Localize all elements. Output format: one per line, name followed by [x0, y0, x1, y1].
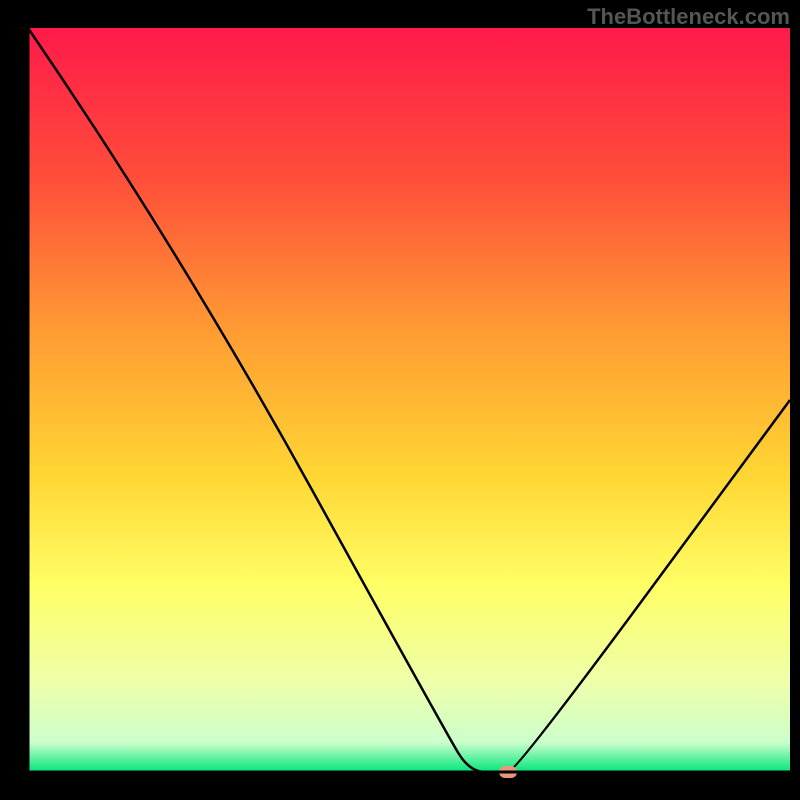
- chart-svg: [0, 0, 800, 800]
- watermark-text: TheBottleneck.com: [587, 4, 790, 30]
- plot-background: [28, 28, 790, 772]
- bottleneck-chart: TheBottleneck.com: [0, 0, 800, 800]
